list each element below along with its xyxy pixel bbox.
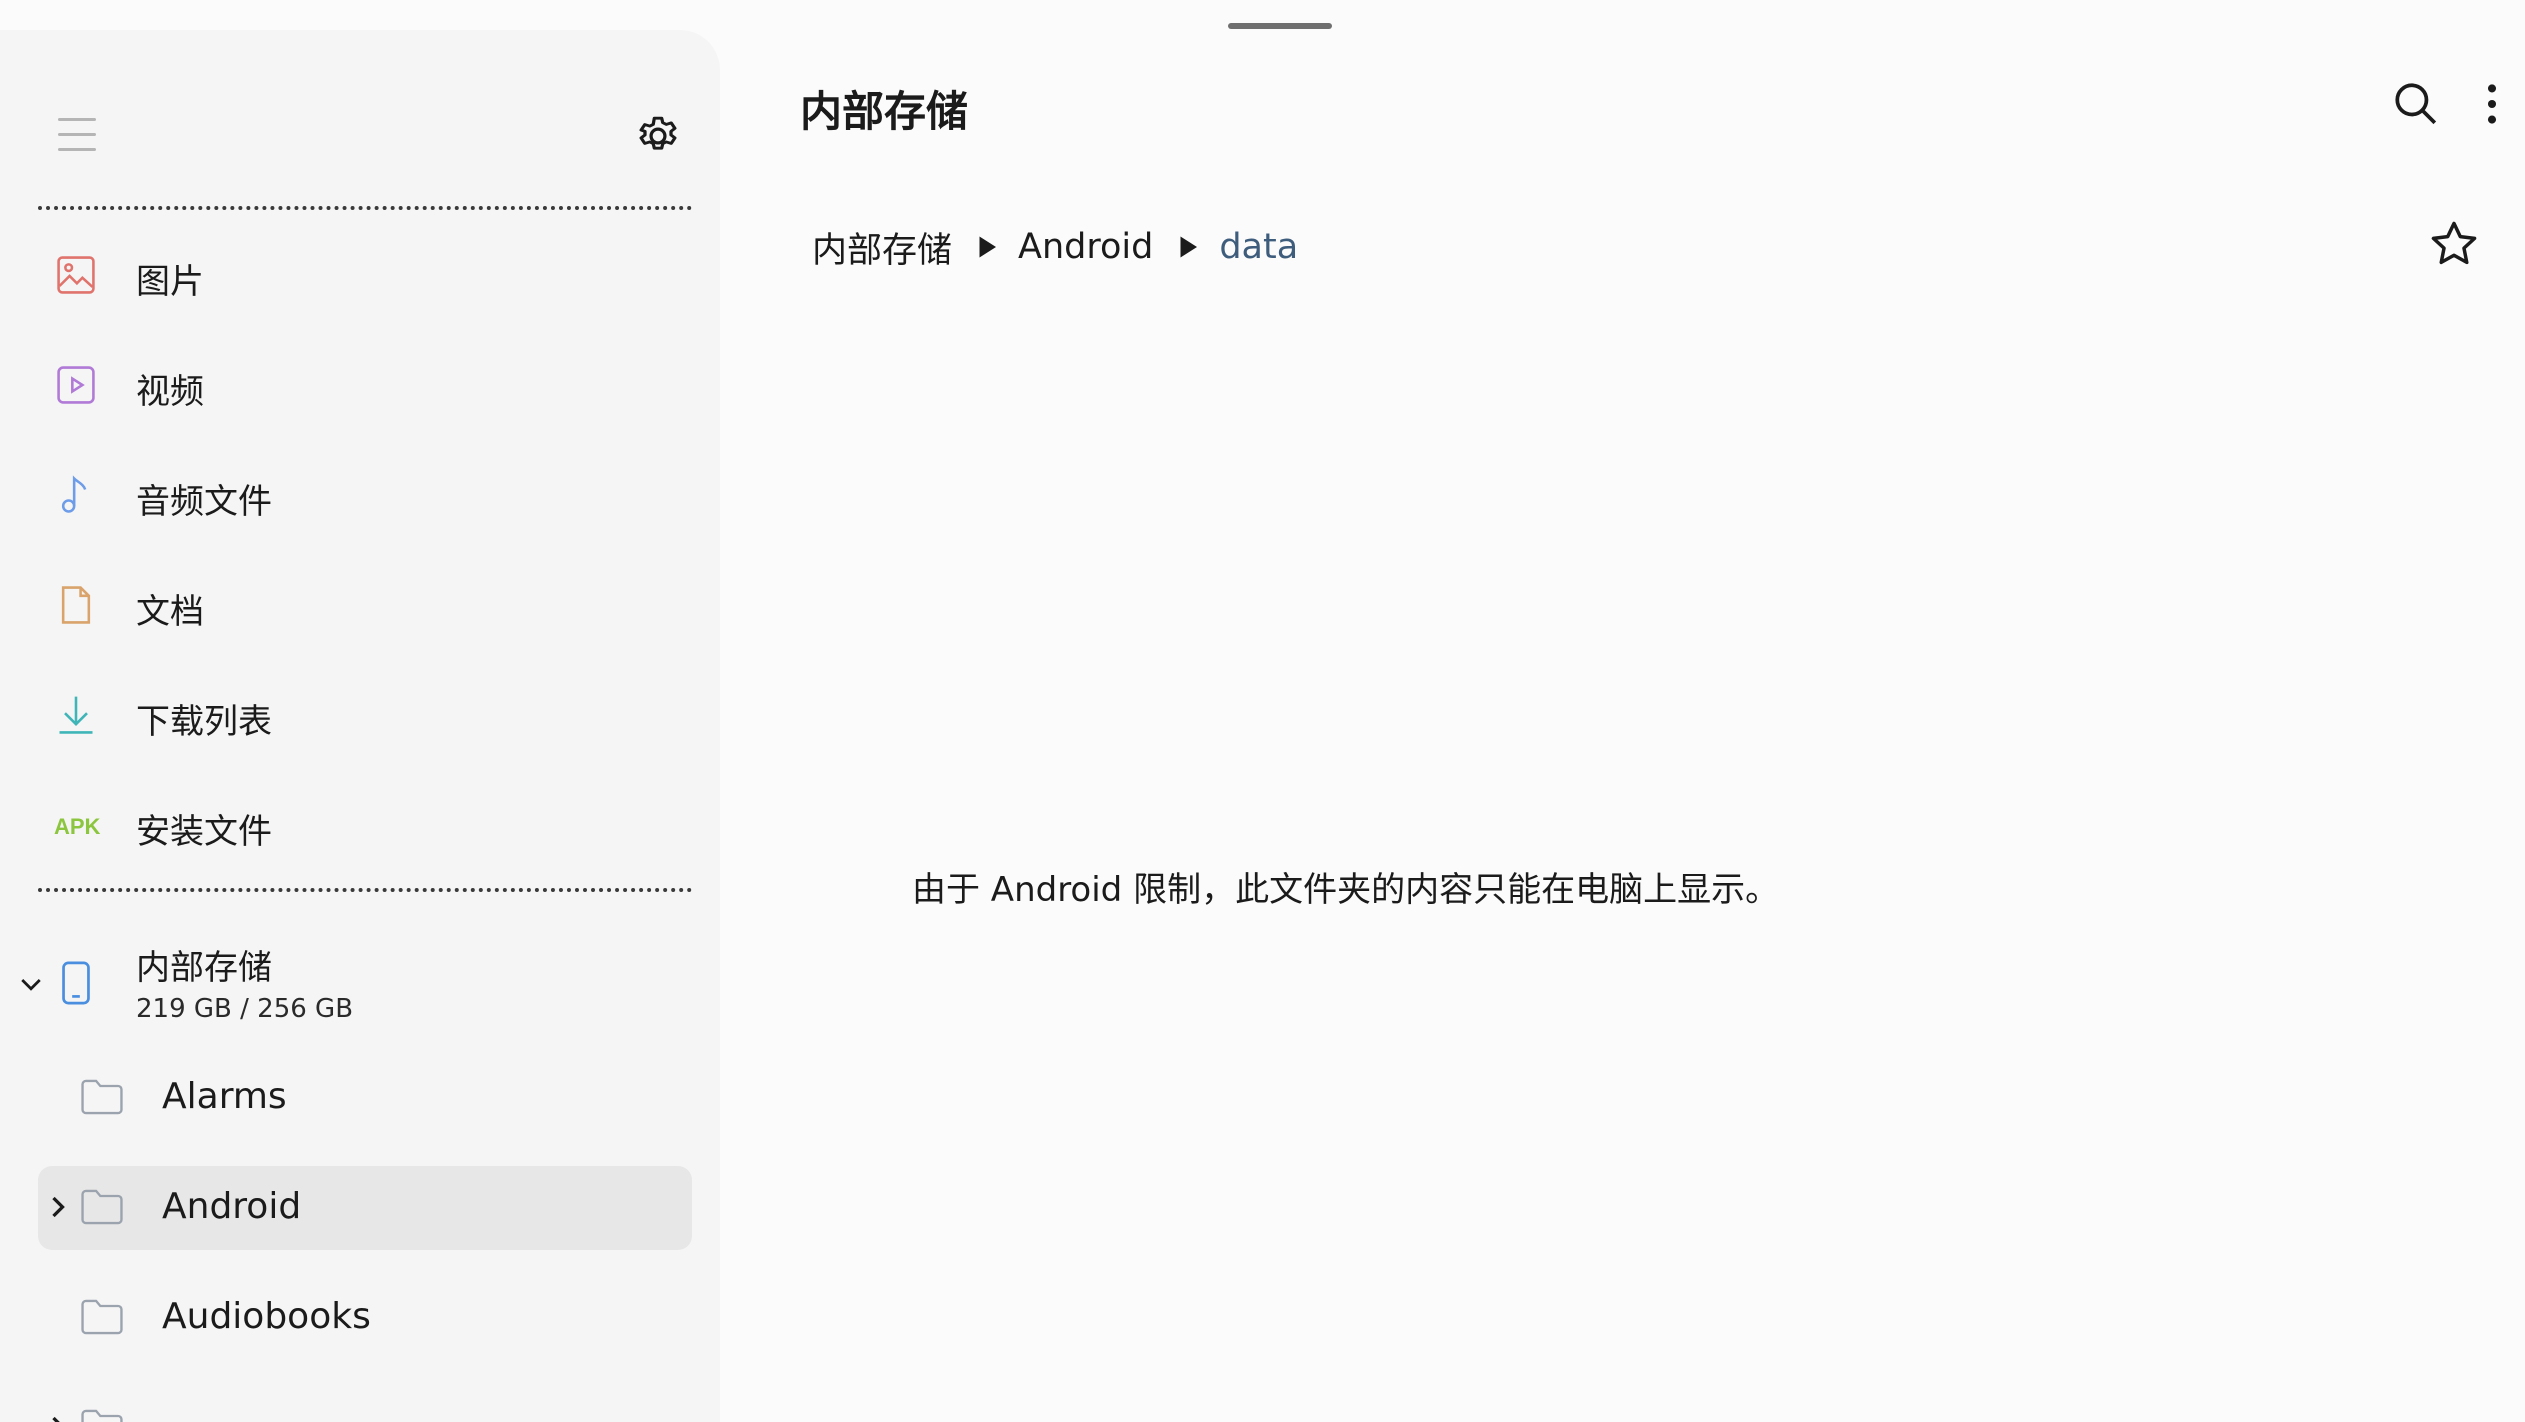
breadcrumb-arrow-icon <box>1180 236 1198 258</box>
folder-item-android[interactable]: Android <box>38 1166 692 1250</box>
page-title: 内部存储 <box>800 87 969 136</box>
image-icon <box>57 256 95 294</box>
category-downloads[interactable]: 下载列表 <box>0 668 720 778</box>
chevron-right-icon[interactable] <box>46 1412 70 1422</box>
search-icon[interactable] <box>2390 78 2440 128</box>
menu-icon[interactable] <box>58 118 96 152</box>
category-label: 音频文件 <box>136 482 272 522</box>
chevron-right-icon[interactable] <box>46 1192 70 1222</box>
storage-size: 219 GB / 256 GB <box>136 994 354 1024</box>
section-divider <box>38 206 692 210</box>
folder-icon <box>81 1079 123 1115</box>
sidebar: 图片 视频 音频文件 文档 下载列表 APK 安装文件 内部存储 219 GB … <box>0 30 720 1422</box>
folder-name: Android <box>162 1186 302 1227</box>
favorite-star-icon[interactable] <box>2428 218 2480 270</box>
category-label: 图片 <box>136 262 204 302</box>
more-vert-icon[interactable] <box>2478 82 2506 126</box>
folder-name: Audiobooks <box>162 1296 371 1337</box>
breadcrumb-item-current[interactable]: data <box>1219 227 1298 267</box>
music-note-icon <box>61 475 87 513</box>
apk-icon: APK <box>54 814 101 839</box>
folder-item-alarms[interactable]: Alarms <box>38 1056 692 1140</box>
phone-icon <box>62 961 90 1005</box>
internal-storage-item[interactable]: 内部存储 219 GB / 256 GB <box>0 928 720 1058</box>
folder-item-partial[interactable] <box>38 1386 692 1422</box>
breadcrumb-arrow-icon <box>979 236 997 258</box>
folder-icon <box>81 1189 123 1225</box>
category-documents[interactable]: 文档 <box>0 558 720 668</box>
breadcrumb-item-root[interactable]: 内部存储 <box>812 222 952 273</box>
storage-name: 内部存储 <box>136 948 272 988</box>
document-icon <box>61 586 91 624</box>
category-audio[interactable]: 音频文件 <box>0 448 720 558</box>
folder-name: Alarms <box>162 1076 287 1117</box>
category-videos[interactable]: 视频 <box>0 338 720 448</box>
folder-icon <box>81 1299 123 1335</box>
folder-item-audiobooks[interactable]: Audiobooks <box>38 1276 692 1360</box>
category-images[interactable]: 图片 <box>0 228 720 338</box>
breadcrumb: 内部存储 Android data <box>812 222 1298 272</box>
restriction-notice: 由于 Android 限制，此文件夹的内容只能在电脑上显示。 <box>912 870 1780 910</box>
breadcrumb-item-android[interactable]: Android <box>1018 227 1153 267</box>
folder-icon <box>81 1409 123 1422</box>
chevron-down-icon[interactable] <box>16 970 46 1000</box>
category-label: 文档 <box>136 592 204 632</box>
drag-handle[interactable] <box>1228 23 1332 29</box>
category-label: 下载列表 <box>136 702 272 742</box>
settings-gear-icon[interactable] <box>632 110 684 162</box>
category-label: 视频 <box>136 372 204 412</box>
video-icon <box>57 366 95 404</box>
category-label: 安装文件 <box>136 812 272 852</box>
download-icon <box>59 696 93 734</box>
